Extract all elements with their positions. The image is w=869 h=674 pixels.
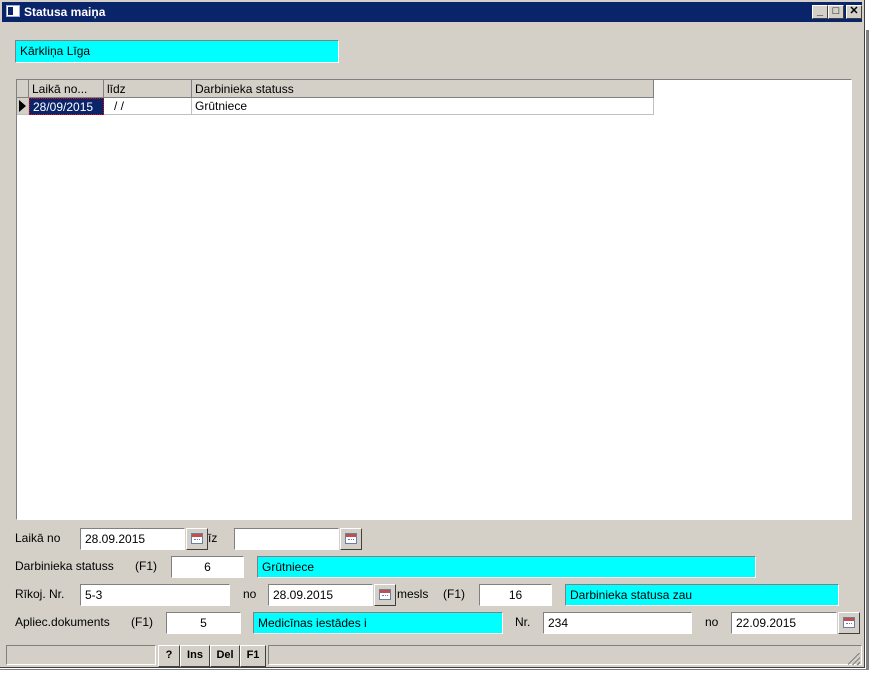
reason-code-input[interactable]: 16 xyxy=(479,584,552,606)
period-to-calendar-button[interactable] xyxy=(340,528,362,550)
period-from-label: Laikā no xyxy=(15,531,61,545)
grid-header-to[interactable]: līdz xyxy=(104,80,192,98)
resize-grip-icon[interactable] xyxy=(848,653,860,665)
order-date-input[interactable]: 28.09.2015 xyxy=(268,584,373,606)
period-to-input[interactable] xyxy=(234,528,339,550)
period-from-calendar-button[interactable] xyxy=(186,528,208,550)
employee-name-field[interactable]: Kārkliņa Līga xyxy=(15,40,339,63)
grid-cell-to[interactable]: / / xyxy=(104,98,192,115)
status-bar: ? Ins Del F1 xyxy=(4,645,862,667)
document-date-label: no xyxy=(705,615,719,629)
document-number-label: Nr. xyxy=(515,615,531,629)
reason-name-field[interactable]: Darbinieka statusa zau xyxy=(565,584,839,606)
window-icon[interactable] xyxy=(6,5,20,17)
status-bar-panel xyxy=(6,645,156,665)
calendar-icon xyxy=(843,617,855,628)
title-bar[interactable]: Statusa maiņa _ □ ✕ xyxy=(2,2,862,22)
document-label: Apliec.dokuments xyxy=(15,615,110,629)
status-bar-message-panel xyxy=(268,645,862,665)
order-number-input[interactable]: 5-3 xyxy=(80,584,230,606)
help-button[interactable]: ? xyxy=(158,645,180,667)
grid-row-selector-header xyxy=(17,80,29,98)
background-strip-bottom xyxy=(0,669,869,670)
status-name-field[interactable]: Grūtniece xyxy=(257,556,756,578)
maximize-button[interactable]: □ xyxy=(828,5,844,19)
document-number-input[interactable]: 234 xyxy=(543,612,692,634)
period-to-label: īz xyxy=(208,531,218,545)
status-code-input[interactable]: 6 xyxy=(171,556,244,578)
grid-cell-from[interactable]: 28/09/2015 xyxy=(29,98,104,115)
maximize-icon: □ xyxy=(832,5,840,17)
window-title: Statusa maiņa xyxy=(24,5,106,19)
f1-button[interactable]: F1 xyxy=(240,645,266,667)
order-date-calendar-button[interactable] xyxy=(374,584,396,606)
calendar-icon xyxy=(345,533,357,544)
close-icon: ✕ xyxy=(849,5,859,17)
row-pointer-icon[interactable] xyxy=(17,98,29,115)
grid-cell-status[interactable]: Grūtniece xyxy=(192,98,654,115)
minimize-button[interactable]: _ xyxy=(812,5,828,19)
order-date-label: no xyxy=(243,587,257,601)
insert-button[interactable]: Ins xyxy=(180,645,210,667)
close-button[interactable]: ✕ xyxy=(846,5,862,19)
document-date-calendar-button[interactable] xyxy=(838,612,860,634)
status-label: Darbinieka statuss xyxy=(15,559,114,573)
calendar-icon xyxy=(191,533,203,544)
reason-label: mesls xyxy=(397,587,429,601)
document-code-input[interactable]: 5 xyxy=(166,612,241,634)
delete-button[interactable]: Del xyxy=(210,645,240,667)
status-history-grid[interactable]: Laikā no... līdz Darbinieka statuss 28/0… xyxy=(16,79,852,520)
document-date-input[interactable]: 22.09.2015 xyxy=(731,612,837,634)
document-name-field[interactable]: Medicīnas iestādes i xyxy=(253,612,503,634)
status-key-hint: (F1) xyxy=(135,559,157,573)
reason-key-hint: (F1) xyxy=(443,587,465,601)
grid-header-status[interactable]: Darbinieka statuss xyxy=(192,80,654,98)
grid-header-from[interactable]: Laikā no... xyxy=(29,80,104,98)
calendar-icon xyxy=(379,589,391,600)
minimize-icon: _ xyxy=(816,5,824,17)
order-number-label: Rīkoj. Nr. xyxy=(15,587,65,601)
document-key-hint: (F1) xyxy=(131,615,153,629)
period-from-input[interactable]: 28.09.2015 xyxy=(80,528,185,550)
status-change-window: Statusa maiņa _ □ ✕ Kārkliņa Līga Laikā … xyxy=(0,0,865,668)
